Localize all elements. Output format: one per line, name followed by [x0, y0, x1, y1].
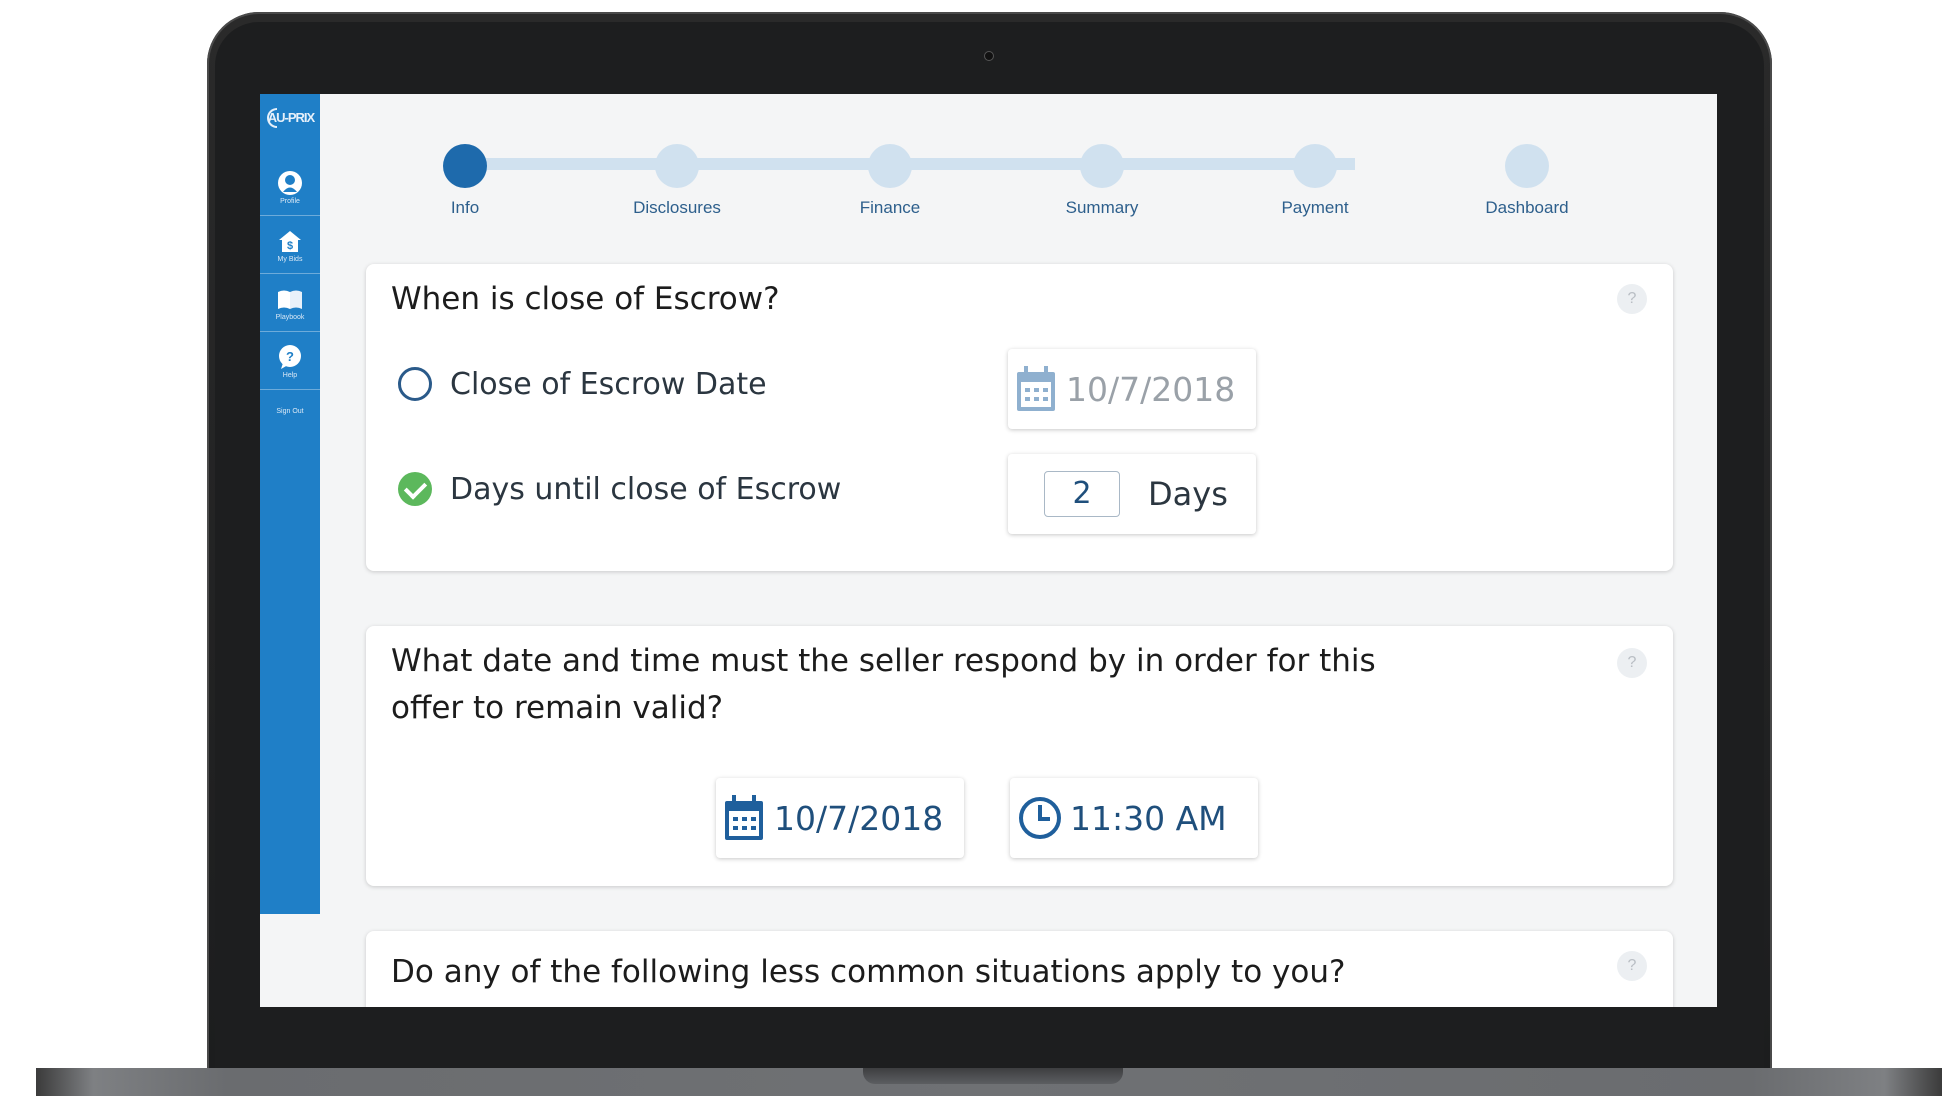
step-label: Payment [1281, 198, 1349, 217]
laptop-notch [863, 1068, 1123, 1084]
step-dot [1293, 144, 1337, 188]
escrow-date-value: 10/7/2018 [1066, 369, 1236, 409]
house-dollar-icon: $ [279, 231, 301, 252]
step-dot [868, 144, 912, 188]
step-label: Dashboard [1485, 198, 1569, 217]
step-label: Finance [859, 198, 921, 217]
step-label: Disclosures [633, 198, 721, 217]
response-time-value: 11:30 AM [1070, 798, 1227, 838]
book-icon [278, 290, 302, 309]
step-label: Summary [1065, 198, 1139, 217]
clock-icon [1019, 797, 1061, 839]
sidebar-item-label: Help [282, 372, 298, 379]
response-time-field[interactable]: 11:30 AM [1010, 778, 1258, 858]
step-summary[interactable]: Summary [1022, 144, 1182, 218]
profile-icon [278, 171, 302, 195]
step-label: Info [450, 198, 480, 217]
response-question-line1: What date and time must the seller respo… [391, 643, 1376, 679]
step-info[interactable]: Info [385, 144, 545, 218]
svg-text:$: $ [287, 240, 293, 252]
svg-text:?: ? [286, 349, 294, 364]
help-icon[interactable]: ? [1617, 648, 1647, 678]
response-date-value: 10/7/2018 [774, 798, 944, 838]
sidebar-item-playbook[interactable]: Playbook [260, 274, 320, 332]
escrow-date-field[interactable]: 10/7/2018 [1008, 349, 1256, 429]
calendar-icon [725, 795, 763, 840]
sidebar: AU-PRIX Profile $ My Bids Playbook ? Hel… [260, 94, 320, 914]
situations-question: Do any of the following less common situ… [391, 954, 1346, 990]
help-icon[interactable]: ? [1617, 951, 1647, 981]
step-dashboard[interactable]: Dashboard [1447, 144, 1607, 218]
sidebar-item-help[interactable]: ? Help [260, 332, 320, 390]
response-date-field[interactable]: 10/7/2018 [716, 778, 964, 858]
app-logo[interactable]: AU-PRIX [264, 104, 318, 132]
response-card: What date and time must the seller respo… [366, 626, 1673, 886]
step-dot [1505, 144, 1549, 188]
camera-icon [984, 51, 994, 61]
situations-card: Do any of the following less common situ… [366, 931, 1673, 1007]
option-label: Days until close of Escrow [450, 471, 842, 507]
option-days-until-escrow[interactable]: Days until close of Escrow [398, 469, 841, 509]
sign-out-link[interactable]: Sign Out [260, 408, 320, 415]
days-unit-label: Days [1148, 475, 1228, 513]
help-bubble-icon: ? [279, 345, 301, 369]
radio-button[interactable] [398, 367, 432, 401]
logo-arc-icon [267, 108, 277, 128]
escrow-card: When is close of Escrow? ? Close of Escr… [366, 264, 1673, 571]
screen: AU-PRIX Profile $ My Bids Playbook ? Hel… [260, 94, 1717, 1007]
sidebar-item-label: Playbook [275, 314, 305, 321]
response-question-line2: offer to remain valid? [391, 690, 724, 726]
step-dot [1080, 144, 1124, 188]
progress-stepper: Info Disclosures Finance Summary Payment… [385, 144, 1569, 224]
sidebar-item-profile[interactable]: Profile [260, 158, 320, 216]
option-close-of-escrow-date[interactable]: Close of Escrow Date [398, 364, 767, 404]
step-payment[interactable]: Payment [1235, 144, 1395, 218]
help-icon[interactable]: ? [1617, 284, 1647, 314]
step-disclosures[interactable]: Disclosures [597, 144, 757, 218]
sidebar-item-my-bids[interactable]: $ My Bids [260, 216, 320, 274]
calendar-icon [1017, 366, 1055, 411]
step-dot [443, 144, 487, 188]
option-label: Close of Escrow Date [450, 366, 767, 402]
escrow-question: When is close of Escrow? [391, 281, 780, 317]
days-field: 2 Days [1008, 454, 1256, 534]
step-dot [655, 144, 699, 188]
sidebar-item-label: My Bids [277, 256, 303, 263]
checked-radio-icon[interactable] [398, 472, 432, 506]
step-finance[interactable]: Finance [810, 144, 970, 218]
days-input[interactable]: 2 [1044, 471, 1120, 517]
sidebar-item-label: Profile [280, 198, 300, 205]
